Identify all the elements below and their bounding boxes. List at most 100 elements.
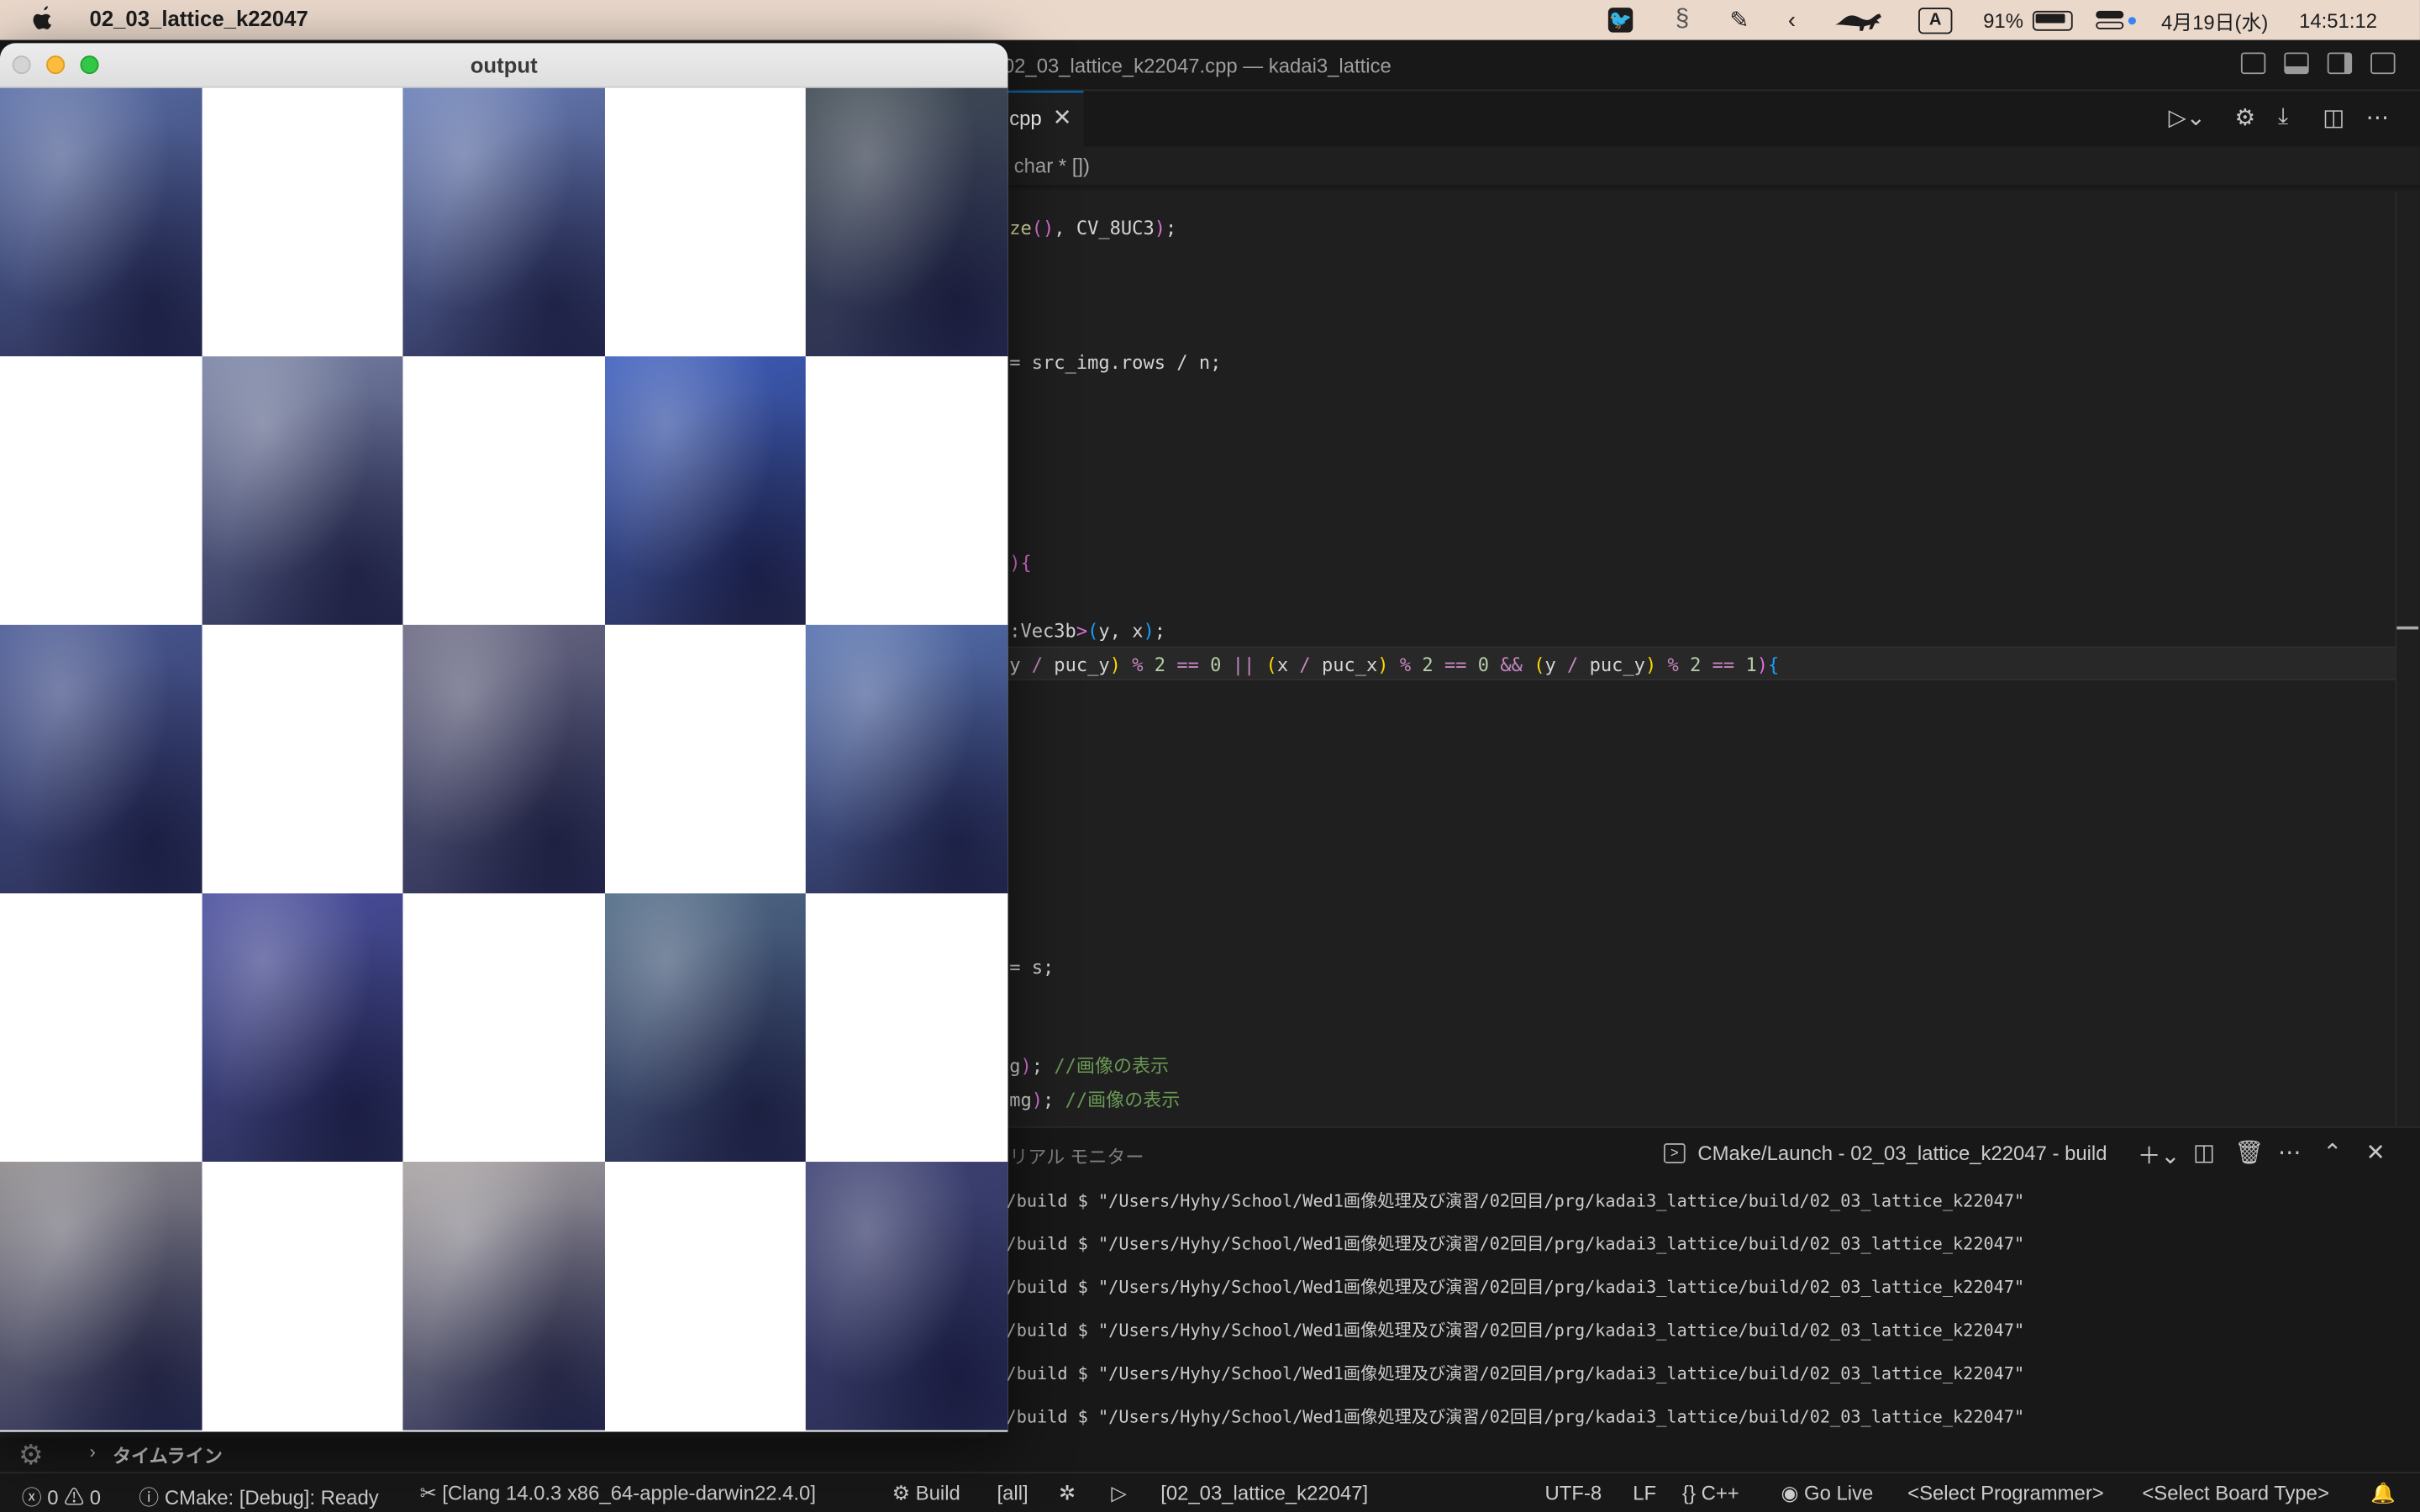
code-token: > bbox=[1076, 620, 1088, 643]
chevron-left-icon[interactable]: ‹ bbox=[1778, 0, 1806, 40]
encoding-indicator[interactable]: UTF-8 bbox=[1545, 1481, 1602, 1504]
code-line: mg); //画像の表示 bbox=[1009, 1084, 1180, 1117]
input-mode-indicator[interactable]: A bbox=[1917, 0, 1954, 40]
editor-scrollbar[interactable] bbox=[2395, 191, 2420, 1126]
select-board-type[interactable]: <Select Board Type> bbox=[2142, 1481, 2329, 1504]
bird-icon[interactable]: 🐦 bbox=[1605, 0, 1636, 40]
problems-indicator[interactable]: ⓧ 0 ⚠ 0 bbox=[22, 1481, 101, 1510]
output-window: output bbox=[0, 43, 1008, 1432]
gear-icon[interactable]: ⚙ bbox=[2235, 103, 2256, 131]
code-token: 2 bbox=[1154, 654, 1166, 676]
code-token: puc_y bbox=[1043, 654, 1110, 676]
install-icon[interactable]: ⤓ bbox=[2278, 103, 2288, 129]
debug-icon[interactable]: ✲ bbox=[1059, 1481, 1076, 1505]
maximize-panel-icon[interactable]: ⌃ bbox=[2323, 1138, 2342, 1166]
split-terminal-icon[interactable]: ◫ bbox=[2193, 1138, 2215, 1166]
evernote-icon[interactable]: ✎ bbox=[1723, 0, 1756, 40]
code-token: ) bbox=[1377, 654, 1389, 676]
terminal[interactable]: /build $ "/Users/Hyhy/School/Wed1画像処理及び演… bbox=[987, 1179, 2420, 1441]
code-token: { bbox=[1768, 654, 1780, 676]
toggle-secondary-sidebar-icon[interactable] bbox=[2327, 52, 2353, 75]
code-token: ) bbox=[1109, 654, 1121, 676]
code-token: y, x bbox=[1098, 620, 1144, 643]
output-titlebar[interactable]: output bbox=[0, 43, 1008, 88]
dinosaur-icon[interactable] bbox=[1830, 0, 1886, 40]
code-token: ) bbox=[1154, 217, 1166, 239]
tab-serial-monitor[interactable]: リアル モニター bbox=[1009, 1143, 1144, 1169]
close-panel-icon[interactable]: ✕ bbox=[2366, 1138, 2386, 1166]
photo-tile bbox=[604, 893, 808, 1163]
toggle-panel-icon[interactable] bbox=[2284, 52, 2309, 75]
more-actions-icon[interactable]: ⋯ bbox=[2366, 103, 2390, 131]
spiral-icon[interactable]: § bbox=[1667, 0, 1698, 40]
photo-tile bbox=[0, 624, 203, 894]
trash-icon[interactable]: 🗑 bbox=[2235, 1138, 2265, 1166]
bell-icon[interactable]: 🔔 bbox=[2370, 1481, 2396, 1505]
new-terminal-icon[interactable]: ＋⌄ bbox=[2138, 1138, 2181, 1171]
build-button[interactable]: ⚙ Build bbox=[892, 1481, 960, 1505]
control-center-icon[interactable] bbox=[2093, 0, 2139, 40]
code-token: ( bbox=[1087, 620, 1099, 643]
select-programmer[interactable]: <Select Programmer> bbox=[1907, 1481, 2104, 1504]
terminal-name[interactable]: CMake/Launch - 02_03_lattice_k22047 - bu… bbox=[1697, 1142, 2107, 1165]
launch-icon[interactable]: ▷ bbox=[1111, 1481, 1126, 1505]
photo-tile bbox=[805, 624, 1008, 894]
gear-icon: ⚙ bbox=[892, 1481, 911, 1504]
breadcrumb-shadow bbox=[987, 185, 2420, 192]
photo-tile bbox=[402, 1162, 605, 1431]
cmake-status[interactable]: ⓘ CMake: [Debug]: Ready bbox=[139, 1481, 378, 1510]
code-token: / bbox=[1031, 654, 1044, 676]
blank-tile bbox=[604, 624, 808, 894]
menubar-time[interactable]: 14:51:12 bbox=[2278, 0, 2398, 40]
code-token: s; bbox=[1031, 956, 1055, 979]
code-token: ) bbox=[1020, 1055, 1032, 1078]
code-token: = bbox=[1009, 351, 1032, 374]
photo-tile bbox=[805, 1162, 1008, 1431]
braces-icon: {} bbox=[1682, 1481, 1696, 1504]
run-debug-icon[interactable]: ▷⌄ bbox=[2169, 103, 2206, 131]
timeline-section[interactable]: ⚙ › タイムライン bbox=[0, 1437, 2420, 1473]
terminal-line: /build $ "/Users/Hyhy/School/Wed1画像処理及び演… bbox=[1006, 1320, 2025, 1341]
go-live-button[interactable]: ◉ Go Live bbox=[1781, 1481, 1874, 1505]
customize-layout-icon[interactable] bbox=[2370, 52, 2396, 75]
battery-icon[interactable] bbox=[2028, 0, 2077, 40]
eol-indicator[interactable]: LF bbox=[1633, 1481, 1656, 1504]
blank-tile bbox=[604, 87, 808, 357]
app-name[interactable]: 02_03_lattice_k22047 bbox=[90, 6, 308, 30]
code-token: == bbox=[1433, 654, 1478, 676]
code-token: x bbox=[1276, 654, 1300, 676]
language-indicator[interactable]: {} C++ bbox=[1682, 1481, 1739, 1504]
build-target[interactable]: [all] bbox=[997, 1481, 1028, 1504]
window-title: 02_03_lattice_k22047.cpp — kadai3_lattic… bbox=[1002, 54, 1392, 77]
blank-tile bbox=[402, 893, 605, 1163]
terminal-line: /build $ "/Users/Hyhy/School/Wed1画像処理及び演… bbox=[1006, 1363, 2025, 1384]
toggle-primary-sidebar-icon[interactable] bbox=[2240, 52, 2266, 75]
code-token: //画像の表示 bbox=[1054, 1055, 1170, 1078]
code-line: y / puc_y) % 2 == 0 || (x / puc_x) % 2 =… bbox=[1009, 649, 1779, 682]
split-editor-icon[interactable]: ◫ bbox=[2323, 103, 2344, 131]
code-editor[interactable]: ze(), CV_8UC3); = src_img.rows / n; ){ :… bbox=[987, 192, 2396, 1126]
code-token: / bbox=[1299, 654, 1311, 676]
apple-menu-icon[interactable] bbox=[31, 5, 55, 40]
chevron-right-icon[interactable]: › bbox=[90, 1441, 96, 1462]
terminal-line: /build $ "/Users/Hyhy/School/Wed1画像処理及び演… bbox=[1006, 1190, 2025, 1211]
code-token: ( bbox=[1265, 654, 1277, 676]
code-token: //画像の表示 bbox=[1065, 1089, 1181, 1111]
settings-gear-icon[interactable]: ⚙ bbox=[18, 1440, 44, 1473]
desktop: 02_03_lattice_k22047 🐦 § ✎ ‹ A 91% 4月19日… bbox=[0, 0, 2420, 1512]
timeline-label[interactable]: タイムライン bbox=[113, 1442, 223, 1468]
tab-label: cpp bbox=[1009, 106, 1042, 130]
blank-tile bbox=[0, 893, 203, 1163]
blank-tile bbox=[202, 1162, 405, 1431]
breadcrumb[interactable]: char * []) bbox=[1014, 155, 1090, 178]
launch-target[interactable]: [02_03_lattice_k22047] bbox=[1160, 1481, 1368, 1504]
cmake-kit[interactable]: ✂ [Clang 14.0.3 x86_64-apple-darwin22.4.… bbox=[420, 1481, 816, 1505]
code-token: ) bbox=[1009, 552, 1021, 575]
menubar-date[interactable]: 4月19日(水) bbox=[2158, 0, 2272, 40]
code-token: ; bbox=[1154, 620, 1166, 643]
photo-tile bbox=[0, 1162, 203, 1431]
tab-close-icon[interactable]: ✕ bbox=[1053, 103, 1072, 131]
more-actions-icon[interactable]: ⋯ bbox=[2278, 1138, 2302, 1166]
tab-source-file[interactable]: cpp ✕ bbox=[1006, 91, 1084, 147]
blank-tile bbox=[805, 893, 1008, 1163]
